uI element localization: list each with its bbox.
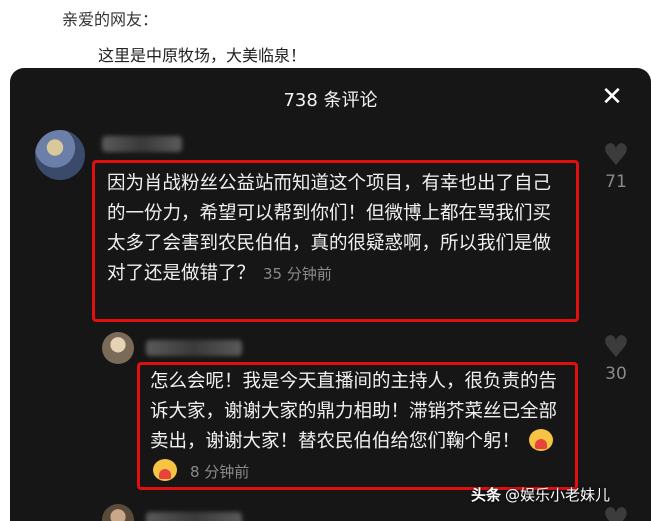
like-button[interactable]: ♥ 30 — [596, 330, 636, 385]
comment-1[interactable]: 因为肖战粉丝公益站而知道这个项目，有幸也出了自己的一份力，希望可以帮到你们！但微… — [92, 160, 579, 322]
username-blurred — [146, 340, 242, 356]
avatar[interactable] — [102, 332, 134, 364]
comments-panel: 738 条评论 ✕ 因为肖战粉丝公益站而知道这个项目，有幸也出了自己的一份力，希… — [10, 68, 651, 521]
article-greeting: 亲爱的网友： — [62, 10, 159, 29]
watermark-brand: 头条 — [471, 486, 502, 504]
like-button[interactable]: ♥ — [596, 504, 636, 521]
username-blurred — [102, 136, 182, 152]
heart-face-emoji-icon — [526, 427, 556, 453]
comment-2[interactable]: 怎么会呢！我是今天直播间的主持人，很负责的告诉大家，谢谢大家的鼎力相助！滞销芥菜… — [137, 362, 578, 490]
heart-face-emoji-icon — [150, 457, 180, 483]
watermark: 头条 @娱乐小老妹儿 — [471, 484, 610, 505]
comment-time: 8 分钟前 — [190, 463, 250, 481]
comment-time: 35 分钟前 — [263, 265, 332, 283]
watermark-account: @娱乐小老妹儿 — [505, 486, 611, 504]
comments-title: 738 条评论 — [283, 90, 378, 111]
comment-text: 怎么会呢！我是今天直播间的主持人，很负责的告诉大家，谢谢大家的鼎力相助！滞销芥菜… — [150, 371, 558, 452]
close-icon[interactable]: ✕ — [597, 82, 627, 112]
like-count: 30 — [605, 364, 627, 384]
username-blurred — [146, 512, 242, 521]
avatar[interactable] — [35, 130, 85, 180]
heart-icon: ♥ — [602, 330, 630, 365]
article-subline: 这里是中原牧场，大美临泉！ — [98, 46, 307, 65]
heart-icon: ♥ — [602, 502, 630, 521]
avatar[interactable] — [102, 504, 134, 521]
like-button[interactable]: ♥ 71 — [596, 138, 636, 193]
like-count: 71 — [605, 172, 627, 192]
heart-icon: ♥ — [602, 138, 630, 173]
